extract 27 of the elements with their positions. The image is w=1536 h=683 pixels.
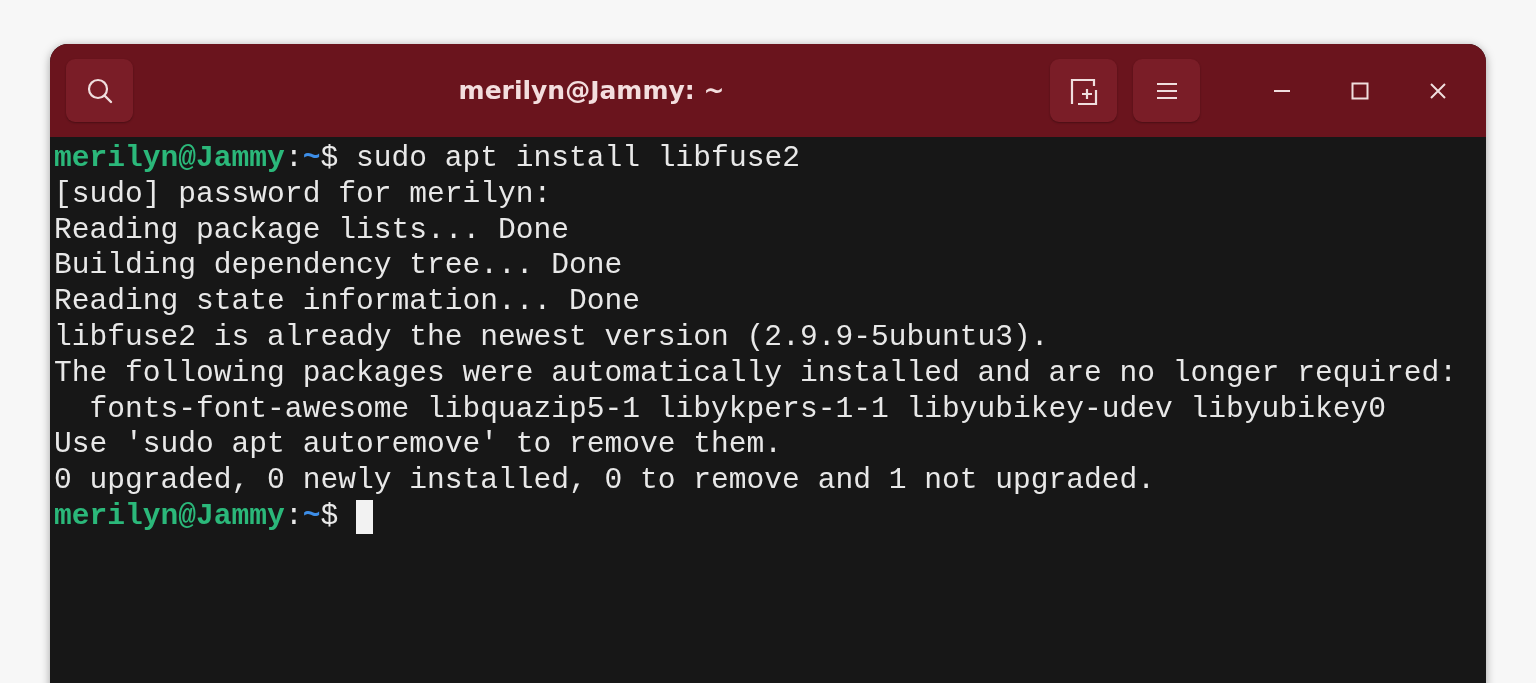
output-line: fonts-font-awesome libquazip5-1 libykpers-1-1 libyubikey-udev libyubikey0 [88, 391, 1386, 428]
prompt-symbol: $ [320, 141, 339, 177]
output-line: The following packages were automatically installed and are no longer required: [54, 355, 1457, 392]
command-text: sudo apt install libfuse2 [354, 141, 800, 177]
prompt-separator: : [284, 141, 303, 177]
output-line: libfuse2 is already the newest version (2.9.9-5ubuntu3). [54, 320, 1049, 356]
prompt-path: ~ [302, 498, 321, 535]
search-icon [85, 76, 114, 105]
prompt-user-host: merilyn@Jammy [54, 498, 285, 535]
output-line: Reading state information... Done [54, 284, 641, 320]
menu-button[interactable] [1133, 59, 1200, 122]
menu-icon [1154, 80, 1179, 101]
maximize-icon [1351, 81, 1369, 100]
prompt-separator: : [284, 498, 303, 535]
close-icon [1429, 81, 1447, 100]
prompt-path: ~ [302, 141, 321, 177]
search-button[interactable] [66, 59, 133, 122]
output-line: Reading package lists... Done [54, 212, 569, 249]
prompt-user-host: merilyn@Jammy [54, 141, 285, 177]
output-line: [sudo] password for merilyn: [54, 176, 552, 213]
prompt-symbol: $ [320, 498, 339, 535]
output-line: 0 upgraded, 0 newly installed, 0 to remove and 1 not upgraded. [54, 463, 1156, 499]
window-title: merilyn@Jammy: ~ [457, 76, 726, 105]
minimize-icon [1274, 88, 1290, 93]
output-line: Use 'sudo apt autoremove' to remove them. [54, 427, 783, 464]
new-tab-button[interactable] [1050, 59, 1117, 122]
output-line: Building dependency tree... Done [54, 248, 623, 285]
